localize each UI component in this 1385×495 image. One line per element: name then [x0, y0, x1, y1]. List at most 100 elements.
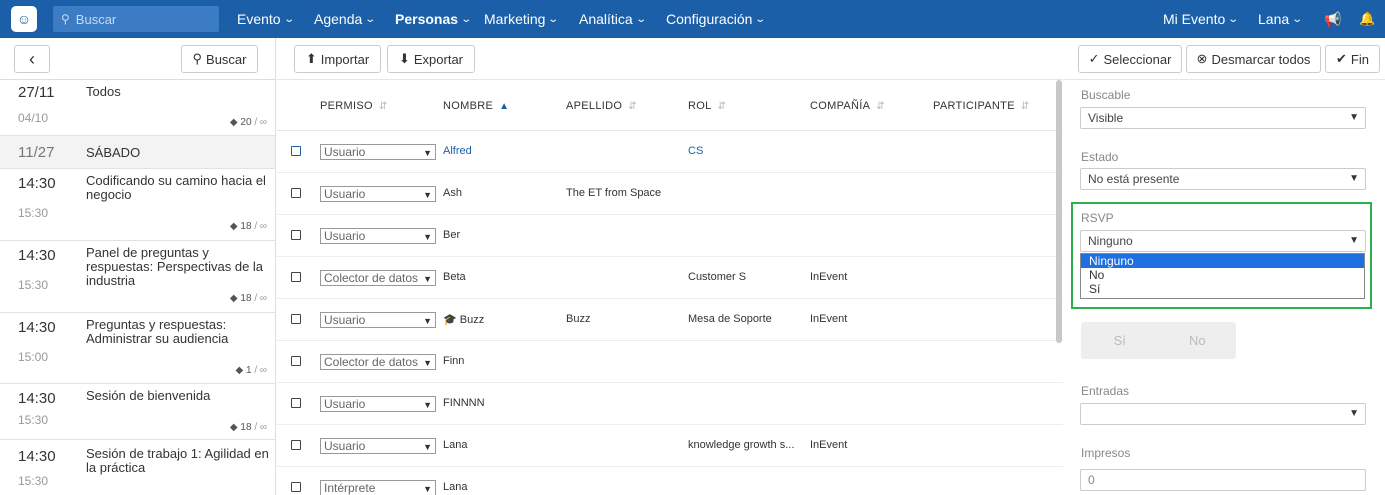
cell-name[interactable]: Alfred: [443, 145, 472, 157]
permission-select[interactable]: Colector de datos ▼: [320, 270, 436, 286]
column-label: NOMBRE: [443, 100, 494, 112]
column-participante[interactable]: PARTICIPANTE ⇵: [933, 100, 1030, 112]
back-icon: ‹: [29, 48, 35, 69]
column-compania[interactable]: COMPAÑÍA ⇵: [810, 100, 885, 112]
impresos-value: 0: [1088, 473, 1095, 487]
bell-icon[interactable]: 🔔: [1359, 0, 1375, 38]
permission-select[interactable]: Intérprete ▼: [320, 480, 436, 495]
table-row[interactable]: Usuario ▼ Lana knowledge growth s... InEv…: [277, 425, 1063, 467]
agenda-item[interactable]: 14:30 15:30 Sesión de bienvenida ◆ 18 / …: [0, 384, 275, 440]
permission-value: Colector de datos: [324, 271, 419, 285]
import-button[interactable]: ⬆ Importar: [294, 45, 381, 73]
permission-select[interactable]: Usuario ▼: [320, 312, 436, 328]
table-row[interactable]: Usuario ▼ 🎓 Buzz Buzz Mesa de Soporte InE…: [277, 299, 1063, 341]
table-row[interactable]: Usuario ▼ Alfred CS: [277, 131, 1063, 173]
nav-configuracion[interactable]: Configuración ⌄: [666, 0, 767, 38]
item-count: ◆ 20 / ∞: [230, 117, 267, 128]
people-table-panel: ⬆ Importar ⬇ Exportar PERMISO ⇵ NOMBRE ▲ APE…: [277, 38, 1063, 495]
entradas-select[interactable]: ▼: [1080, 403, 1366, 425]
column-permiso[interactable]: PERMISO ⇵: [320, 100, 388, 112]
toggle-yes[interactable]: Sí: [1081, 322, 1159, 359]
item-title: Preguntas y respuestas: Administrar su a…: [86, 317, 229, 346]
tag-icon: ◆: [229, 422, 238, 433]
global-search-input[interactable]: ⚲ Buscar: [53, 6, 219, 32]
end-button[interactable]: ✔ Fin: [1325, 45, 1380, 73]
top-navigation-bar: ☺ ⚲ Buscar Evento ⌄ Agenda ⌄ Personas ⌄ Mar…: [0, 0, 1385, 38]
back-button[interactable]: ‹: [14, 45, 50, 73]
row-checkbox[interactable]: [291, 146, 301, 156]
count-limit: / ∞: [254, 117, 267, 128]
agenda-item[interactable]: 14:30 15:30 Sesión de trabajo 1: Agilida…: [0, 440, 275, 495]
toggle-no[interactable]: No: [1159, 322, 1237, 359]
select-button[interactable]: ✓ Seleccionar: [1078, 45, 1182, 73]
my-event-menu[interactable]: Mi Evento ⌄: [1163, 0, 1239, 38]
table-row[interactable]: Usuario ▼ FINNNN: [277, 383, 1063, 425]
nav-agenda[interactable]: Agenda ⌄: [314, 0, 376, 38]
search-icon: ⚲: [61, 12, 70, 26]
agenda-item-all[interactable]: 27/11 04/10 Todos ◆ 20 / ∞: [0, 80, 275, 136]
permission-select[interactable]: Colector de datos ▼: [320, 354, 436, 370]
check-icon: ✔: [1336, 51, 1347, 66]
table-scrollbar[interactable]: [1056, 80, 1062, 343]
cell-role[interactable]: CS: [688, 145, 703, 157]
column-nombre[interactable]: NOMBRE ▲: [443, 100, 509, 112]
sidebar-search-button[interactable]: ⚲ Buscar: [181, 45, 258, 73]
cell-company: InEvent: [810, 313, 848, 325]
chevron-down-icon: ▼: [1349, 408, 1359, 419]
agenda-item[interactable]: 14:30 15:00 Preguntas y respuestas: Admi…: [0, 313, 275, 384]
permission-select[interactable]: Usuario ▼: [320, 228, 436, 244]
estado-value: No está presente: [1088, 172, 1180, 186]
unselect-all-button[interactable]: ⊗ Desmarcar todos: [1186, 45, 1321, 73]
table-row[interactable]: Colector de datos ▼ Finn: [277, 341, 1063, 383]
agenda-item[interactable]: 14:30 15:30 Codificando su camino hacia …: [0, 169, 275, 241]
row-checkbox[interactable]: [291, 188, 301, 198]
nav-analitica[interactable]: Analítica ⌄: [579, 0, 647, 38]
search-placeholder: Buscar: [75, 11, 117, 27]
permission-select[interactable]: Usuario ▼: [320, 144, 436, 160]
column-label: COMPAÑÍA: [810, 100, 871, 112]
row-checkbox[interactable]: [291, 230, 301, 240]
nav-personas[interactable]: Personas ⌄: [395, 0, 472, 38]
cell-name: Lana: [443, 481, 468, 493]
table-row[interactable]: Usuario ▼ Ber: [277, 215, 1063, 257]
chevron-down-icon: ⌄: [754, 13, 767, 25]
table-row[interactable]: Colector de datos ▼ Beta Customer S InEve…: [277, 257, 1063, 299]
row-checkbox[interactable]: [291, 440, 301, 450]
my-event-label: Mi Evento: [1163, 11, 1226, 27]
cell-name: Beta: [443, 271, 466, 283]
row-checkbox[interactable]: [291, 482, 301, 492]
row-checkbox[interactable]: [291, 272, 301, 282]
export-button[interactable]: ⬇ Exportar: [387, 45, 475, 73]
nav-evento[interactable]: Evento ⌄: [237, 0, 295, 38]
item-date-end: 04/10: [18, 111, 49, 125]
app-logo-icon[interactable]: ☺: [11, 6, 37, 32]
item-start: 14:30: [18, 175, 56, 192]
cell-role: knowledge growth s...: [688, 439, 795, 451]
permission-value: Usuario: [324, 145, 366, 159]
permission-select[interactable]: Usuario ▼: [320, 438, 436, 454]
permission-select[interactable]: Usuario ▼: [320, 396, 436, 412]
chevron-down-icon: ▼: [1349, 173, 1359, 184]
item-count: ◆ 18 / ∞: [230, 221, 267, 232]
estado-select[interactable]: No está presente ▼: [1080, 168, 1366, 190]
sort-icon: ⇵: [1020, 101, 1030, 112]
impresos-input[interactable]: 0: [1080, 469, 1366, 491]
buscable-select[interactable]: Visible ▼: [1080, 107, 1366, 129]
column-apellido[interactable]: APELLIDO ⇵: [566, 100, 637, 112]
agenda-item[interactable]: 14:30 15:30 Panel de preguntas y respues…: [0, 241, 275, 313]
table-row[interactable]: Intérprete ▼ Lana: [277, 467, 1063, 495]
table-row[interactable]: Usuario ▼ Ash The ET from Space: [277, 173, 1063, 215]
buscable-label: Buscable: [1081, 88, 1131, 102]
permission-value: Colector de datos: [324, 355, 419, 369]
chevron-down-icon: ▼: [423, 232, 432, 242]
user-menu[interactable]: Lana ⌄: [1258, 0, 1303, 38]
nav-marketing[interactable]: Marketing ⌄: [484, 0, 560, 38]
nav-label: Configuración: [666, 11, 753, 27]
cell-lastname: The ET from Space: [566, 187, 662, 199]
megaphone-icon[interactable]: 📢: [1324, 0, 1341, 38]
row-checkbox[interactable]: [291, 314, 301, 324]
row-checkbox[interactable]: [291, 398, 301, 408]
row-checkbox[interactable]: [291, 356, 301, 366]
permission-select[interactable]: Usuario ▼: [320, 186, 436, 202]
column-rol[interactable]: ROL ⇵: [688, 100, 726, 112]
